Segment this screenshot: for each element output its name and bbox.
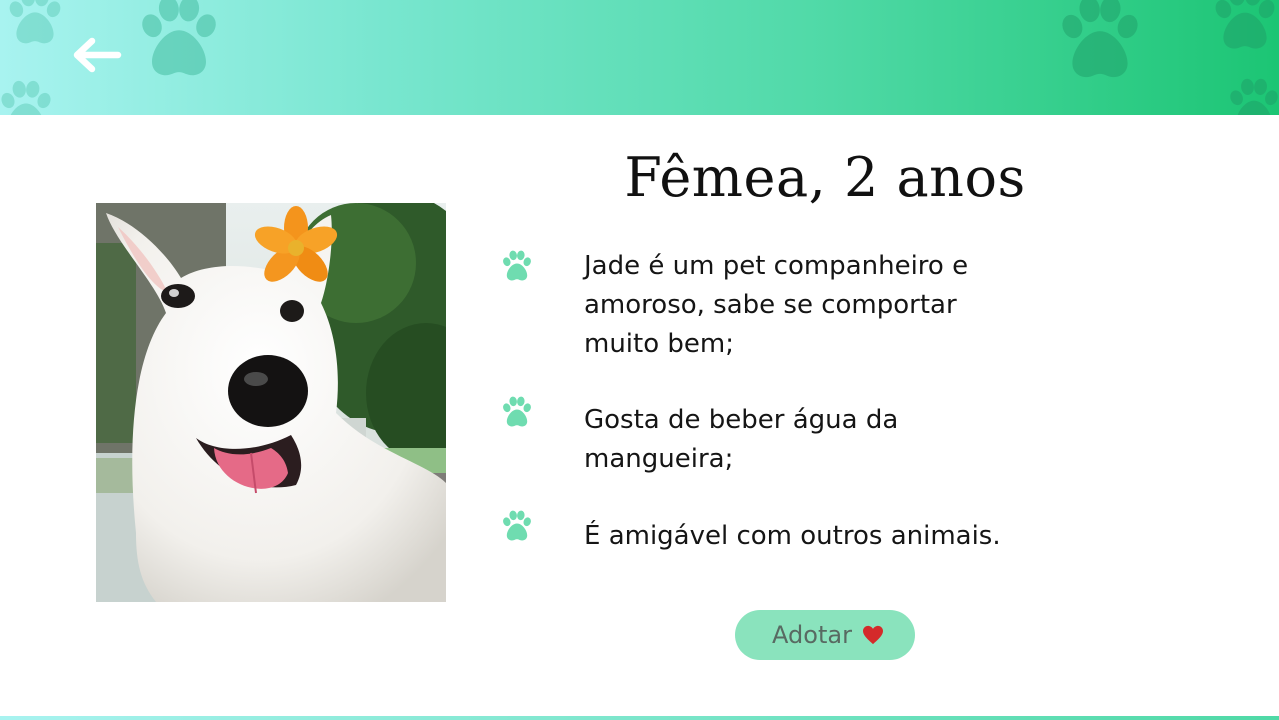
arrow-left-icon <box>73 37 122 73</box>
trait-text: Gosta de beber água da mangueira; <box>584 405 899 474</box>
trait-text: Jade é um pet companheiro e amoroso, sab… <box>584 251 969 359</box>
footer-divider <box>0 716 1279 720</box>
trait-text: É amigável com outros animais. <box>584 521 1001 551</box>
back-button[interactable] <box>66 33 126 77</box>
dog-photo <box>96 203 446 602</box>
paw-icon <box>499 509 535 543</box>
paw-icon <box>0 78 58 115</box>
pet-photo <box>96 203 446 602</box>
paw-icon <box>130 0 228 82</box>
header-banner <box>0 0 1279 115</box>
paw-icon <box>1050 0 1150 84</box>
adopt-button-label: Adotar <box>772 621 852 649</box>
page-title: Fêmea, 2 anos <box>624 146 1026 209</box>
paw-icon <box>499 249 535 283</box>
paw-icon <box>1222 76 1279 115</box>
paw-icon <box>1205 0 1279 54</box>
adopt-button[interactable]: Adotar <box>735 610 915 660</box>
paw-icon <box>499 395 535 429</box>
paw-icon <box>0 0 70 48</box>
heart-icon <box>862 625 883 645</box>
